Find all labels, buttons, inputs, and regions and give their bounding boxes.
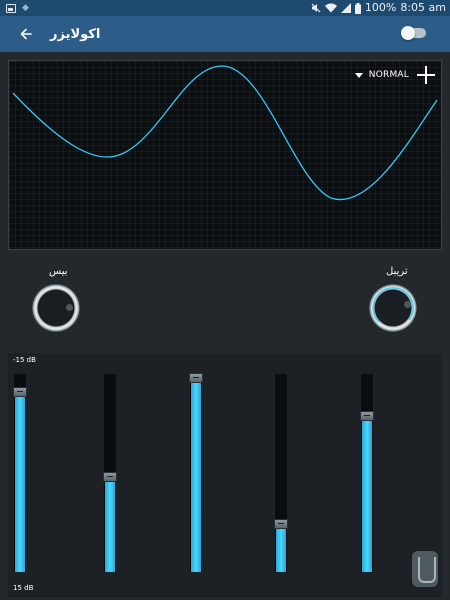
signal-icon <box>340 3 351 13</box>
notification-dot-icon: ◆ <box>22 3 29 13</box>
battery-percent: 100% <box>364 1 397 14</box>
add-preset-button[interactable] <box>417 66 435 84</box>
back-button[interactable] <box>15 23 37 45</box>
mute-icon <box>311 3 321 13</box>
band-slider-2[interactable] <box>103 374 117 572</box>
battery-icon <box>354 2 361 14</box>
eq-curve-line <box>12 65 438 201</box>
toggle-knob <box>401 26 415 40</box>
band-sliders-panel: -15 dB 15 dB <box>8 353 442 597</box>
band-slider-1[interactable] <box>13 374 27 572</box>
band-slider-fill <box>15 396 25 572</box>
treble-knob-indicator <box>404 301 411 308</box>
band-slider-thumb[interactable] <box>13 387 27 397</box>
band-slider-thumb[interactable] <box>360 411 374 421</box>
treble-knob[interactable] <box>369 284 417 332</box>
treble-label: تریبل <box>386 266 408 277</box>
db-top-label: -15 dB <box>13 356 36 364</box>
toolbar: اکولایزر <box>0 16 450 52</box>
bass-label: بیس <box>49 266 68 277</box>
band-slider-thumb[interactable] <box>274 519 288 529</box>
treble-level-arc <box>372 287 414 323</box>
clock: 8:05 am <box>400 1 446 14</box>
band-slider-3[interactable] <box>189 373 203 572</box>
status-bar: ◆ 100% 8:05 am <box>0 0 450 16</box>
eq-curve-graph <box>12 65 438 201</box>
band-slider-5[interactable] <box>360 374 374 572</box>
wifi-icon <box>324 3 337 13</box>
band-slider-fill <box>276 528 286 572</box>
preset-label: NORMAL <box>368 70 409 80</box>
band-slider-4[interactable] <box>274 374 288 572</box>
bass-knob[interactable] <box>32 284 80 332</box>
preset-dropdown[interactable]: NORMAL <box>354 70 409 80</box>
db-bottom-label: 15 dB <box>13 584 34 592</box>
equalizer-toggle[interactable] <box>401 26 426 40</box>
band-slider-thumb[interactable] <box>189 373 203 383</box>
band-slider-fill <box>191 382 201 572</box>
band-slider-fill <box>362 420 372 572</box>
page-title: اکولایزر <box>50 26 101 42</box>
dropdown-arrow-icon <box>354 72 363 78</box>
band-slider-fill <box>105 481 115 572</box>
eq-curve-panel: NORMAL <box>8 60 442 250</box>
band-slider-thumb[interactable] <box>103 472 117 482</box>
bass-knob-indicator <box>66 304 73 311</box>
image-notification-icon <box>6 3 16 13</box>
arrow-left-icon <box>20 28 32 40</box>
store-watermark-icon <box>412 551 438 587</box>
